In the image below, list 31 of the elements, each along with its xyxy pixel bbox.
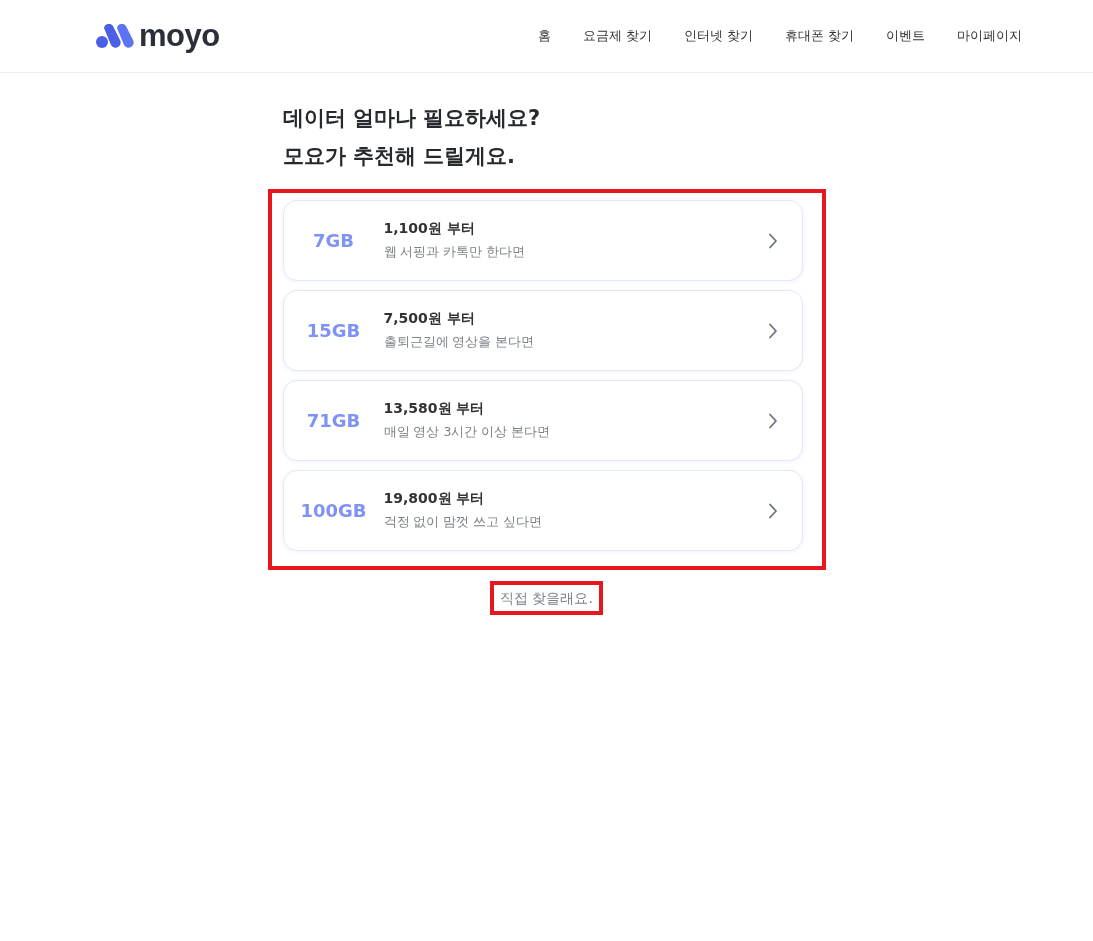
chevron-right-icon [767, 412, 778, 429]
plan-card[interactable]: 100GB 19,800원 부터 걱정 없이 맘껏 쓰고 싶다면 [282, 470, 803, 551]
plan-price: 7,500원 부터 [383, 310, 476, 328]
page-heading: 데이터 얼마나 필요하세요? [282, 105, 542, 132]
plan-card[interactable]: 7GB 1,100원 부터 웹 서핑과 카톡만 한다면 [282, 200, 803, 281]
data-amount: 100GB [299, 500, 368, 521]
plan-card[interactable]: 15GB 7,500원 부터 출퇴근길에 영상을 본다면 [282, 290, 803, 371]
nav-link[interactable]: 홈 [537, 27, 551, 45]
nav-link[interactable]: 요금제 찾기 [582, 27, 652, 45]
chevron-right-icon [767, 232, 778, 249]
nav-link[interactable]: 이벤트 [886, 27, 925, 45]
plan-price: 1,100원 부터 [383, 220, 476, 238]
plan-description: 매일 영상 3시간 이상 본다면 [383, 424, 552, 441]
plan-description: 출퇴근길에 영상을 본다면 [383, 334, 536, 351]
plan-description: 웹 서핑과 카톡만 한다면 [383, 244, 527, 261]
plan-card[interactable]: 71GB 13,580원 부터 매일 영상 3시간 이상 본다면 [282, 380, 803, 461]
nav-link[interactable]: 마이페이지 [957, 27, 1022, 45]
plan-description: 걱정 없이 맘껏 쓰고 싶다면 [383, 514, 544, 531]
plan-price: 19,800원 부터 [383, 490, 486, 508]
self-search-link[interactable]: 직접 찾을래요. [500, 590, 593, 606]
data-amount: 7GB [312, 230, 355, 251]
chevron-right-icon [767, 322, 778, 339]
chevron-right-icon [767, 502, 778, 519]
plan-price: 13,580원 부터 [383, 400, 486, 418]
data-amount: 71GB [305, 410, 362, 431]
page-heading: 모요가 추천해 드릴게요. [282, 143, 517, 170]
logo-text[interactable]: moyo [139, 18, 220, 54]
logo-mark-icon [96, 24, 134, 48]
nav-link[interactable]: 휴대폰 찾기 [784, 27, 854, 45]
nav-link[interactable]: 인터넷 찾기 [683, 27, 753, 45]
data-amount: 15GB [305, 320, 362, 341]
